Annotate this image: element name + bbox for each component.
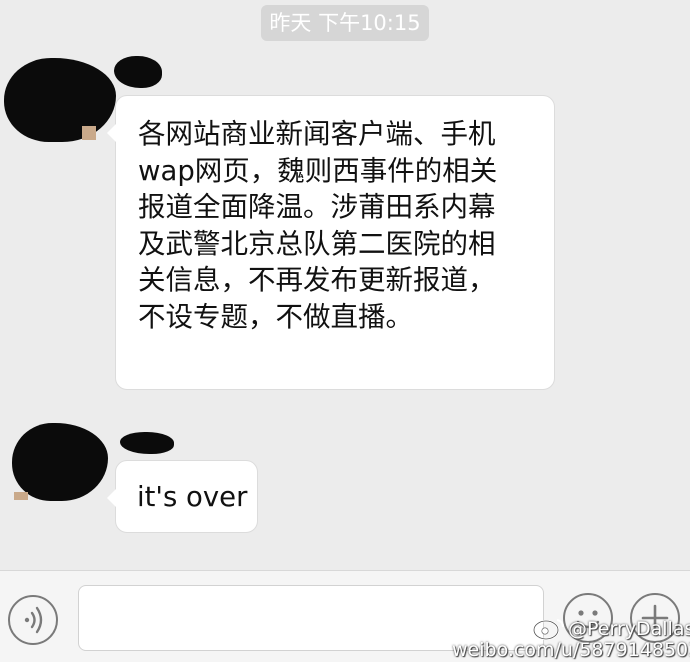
avatar-edge	[82, 126, 96, 140]
message-text: it's over	[137, 481, 248, 513]
chat-area[interactable]: 昨天 下午10:15 各网站商业新闻客户端、手机 wap网页，魏则西事件的相关 …	[0, 0, 690, 570]
redacted-sender-name	[114, 56, 162, 88]
weibo-logo-icon	[532, 619, 564, 641]
avatar-edge	[14, 492, 28, 500]
voice-icon	[24, 606, 43, 634]
watermark-url: weibo.com/u/5879148502	[452, 639, 690, 661]
redacted-sender-name	[120, 432, 174, 454]
voice-button[interactable]	[8, 595, 58, 645]
contact-avatar[interactable]	[4, 58, 116, 142]
message-timestamp: 昨天 下午10:15	[261, 5, 429, 41]
contact-avatar[interactable]	[12, 423, 108, 501]
message-text: 各网站商业新闻客户端、手机 wap网页，魏则西事件的相关 报道全面降温。涉莆田系…	[138, 118, 498, 333]
message-bubble[interactable]: 各网站商业新闻客户端、手机 wap网页，魏则西事件的相关 报道全面降温。涉莆田系…	[107, 95, 555, 390]
message-bubble[interactable]: it's over	[107, 460, 258, 533]
watermark-handle: @PerryDallas	[568, 618, 690, 640]
